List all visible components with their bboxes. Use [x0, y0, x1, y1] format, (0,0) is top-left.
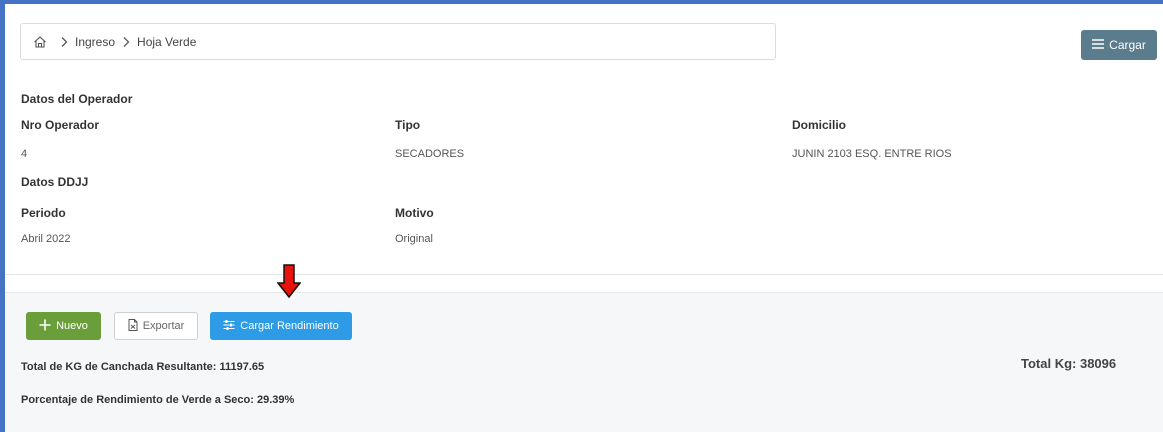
operador-section-title: Datos del Operador: [21, 92, 133, 106]
menu-icon: [1092, 38, 1105, 52]
home-icon[interactable]: [33, 35, 47, 49]
motivo-label: Motivo: [395, 206, 434, 220]
down-arrow-icon: [276, 264, 302, 299]
chevron-right-icon: [121, 36, 131, 48]
tipo-value: SECADORES: [395, 148, 465, 160]
domicilio-label: Domicilio: [792, 118, 847, 132]
cargar-rendimiento-button[interactable]: Cargar Rendimiento: [210, 312, 352, 340]
total-kg: Total Kg: 38096: [1021, 356, 1117, 371]
periodo-label: Periodo: [21, 206, 66, 220]
cargar-button-label: Cargar: [1109, 38, 1146, 52]
chevron-right-icon: [59, 36, 69, 48]
periodo-value: Abril 2022: [21, 233, 71, 245]
tipo-label: Tipo: [395, 118, 421, 132]
section-divider: [5, 274, 1163, 275]
nro-operador-label: Nro Operador: [21, 118, 100, 132]
exportar-button-label: Exportar: [142, 320, 185, 332]
window-frame-top: [0, 0, 1163, 4]
cargar-button[interactable]: Cargar: [1081, 30, 1157, 60]
canchada-total: Total de KG de Canchada Resultante: 1119…: [21, 361, 265, 373]
nro-operador-value: 4: [21, 148, 28, 160]
nuevo-button[interactable]: Nuevo: [26, 312, 101, 340]
breadcrumb-item-hoja-verde: Hoja Verde: [137, 34, 197, 49]
plus-icon: [39, 319, 51, 334]
document-icon: [128, 318, 138, 334]
rendimiento-porcentaje: Porcentaje de Rendimiento de Verde a Sec…: [21, 394, 295, 406]
breadcrumb: Ingreso Hoja Verde: [20, 23, 776, 60]
sliders-icon: [223, 319, 235, 334]
ddjj-section-title: Datos DDJJ: [21, 175, 89, 189]
exportar-button[interactable]: Exportar: [114, 312, 198, 340]
domicilio-value: JUNIN 2103 ESQ. ENTRE RIOS: [792, 148, 952, 160]
motivo-value: Original: [395, 233, 433, 245]
breadcrumb-item-ingreso[interactable]: Ingreso: [75, 35, 115, 49]
cargar-rendimiento-label: Cargar Rendimiento: [240, 320, 339, 332]
nuevo-button-label: Nuevo: [56, 320, 88, 332]
